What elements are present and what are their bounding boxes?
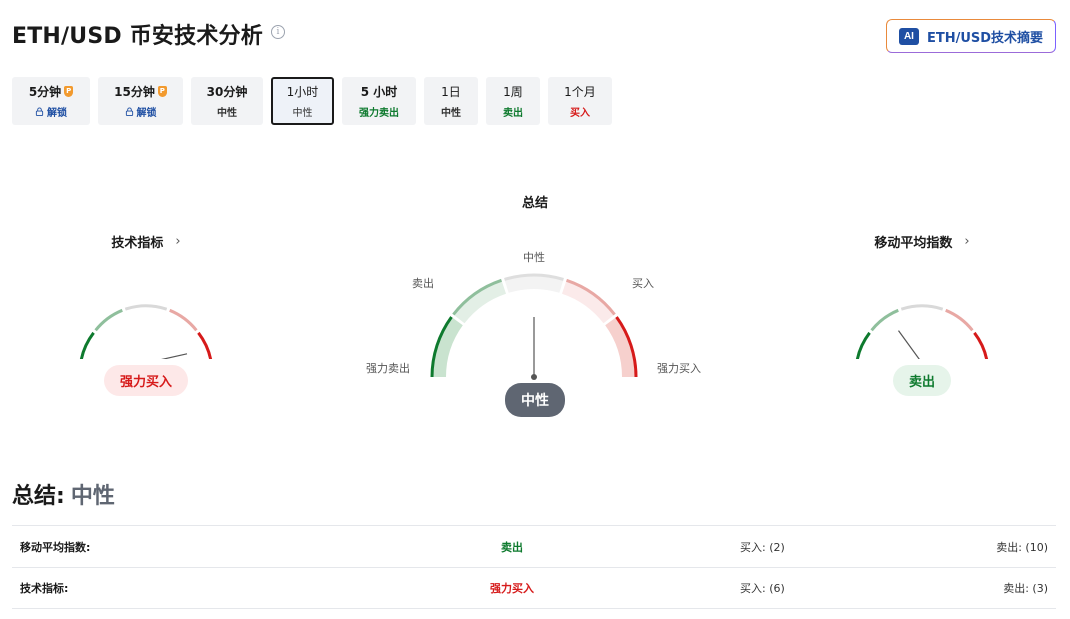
table-row: 移动平均指数: 卖出 买入: (2) 卖出: (10) <box>12 525 1056 567</box>
tab-1day[interactable]: 1日 中性 <box>424 77 478 125</box>
tab-label: 15分钟 <box>114 85 155 99</box>
zone-label-strong-buy: 强力买入 <box>657 362 701 375</box>
tab-sub: 卖出 <box>503 108 523 119</box>
summary-gauge: 总结 中性 卖出 买入 强力卖出 强力买入 中性 <box>355 192 715 417</box>
info-icon[interactable]: i <box>270 25 285 39</box>
tab-5hour[interactable]: 5 小时 强力卖出 <box>342 77 416 125</box>
row-signal: 卖出 <box>501 540 523 554</box>
tab-1week[interactable]: 1周 卖出 <box>486 77 540 125</box>
ai-summary-button[interactable]: AI ETH/USD技术摘要 <box>886 19 1056 53</box>
tab-sub: 中性 <box>217 108 237 119</box>
summary-heading-value: 中性 <box>70 484 115 509</box>
row-sell-count: 卖出: (3) <box>1003 582 1048 595</box>
summary-gauge-dial: 中性 卖出 买入 强力卖出 强力买入 <box>366 250 701 380</box>
pro-icon: P <box>157 86 167 97</box>
technical-gauge-title: 技术指标 <box>111 236 164 251</box>
moving-averages-gauge-title-link[interactable]: 移动平均指数 › <box>842 232 1002 251</box>
row-name: 移动平均指数: <box>20 540 91 554</box>
row-name: 技术指标: <box>20 582 69 595</box>
technical-gauge-dial <box>78 304 214 374</box>
title-row: ETH/USD 币安技术分析 i <box>12 18 285 50</box>
summary-heading-label: 总结: <box>12 484 65 509</box>
moving-averages-gauge-dial <box>854 304 990 374</box>
tab-label: 30分钟 <box>206 85 248 99</box>
moving-averages-result-badge: 卖出 <box>892 365 951 396</box>
tab-sub: 买入 <box>570 108 590 119</box>
tab-30min[interactable]: 30分钟 中性 <box>191 77 263 125</box>
tab-sub: 中性 <box>292 108 313 119</box>
summary-result-badge: 中性 <box>505 383 565 417</box>
chevron-right-icon: › <box>175 234 181 249</box>
tab-label: 1日 <box>441 85 461 99</box>
tab-sub: 解锁 <box>47 108 67 119</box>
tab-sub: 强力卖出 <box>359 108 399 119</box>
zone-label-strong-sell: 强力卖出 <box>366 361 410 375</box>
tab-5min[interactable]: 5分钟 P 解锁 <box>12 77 90 125</box>
tab-1hour[interactable]: 1小时 中性 <box>271 77 334 125</box>
row-buy-count: 买入: (6) <box>740 582 785 595</box>
tab-sub: 解锁 <box>136 108 157 119</box>
zone-label-sell: 卖出 <box>412 276 434 290</box>
tab-label: 5 小时 <box>360 85 398 99</box>
timeframe-tabs: 5分钟 P 解锁 15分钟 P 解锁 30分钟 中性 1小时 中性 5 小时 强力卖… <box>12 77 612 125</box>
summary-table: 移动平均指数: 卖出 买入: (2) 卖出: (10) 技术指标: 强力买入 买… <box>12 525 1056 609</box>
gauge-needle <box>145 353 188 364</box>
tab-label: 1周 <box>503 85 523 99</box>
tab-sub: 中性 <box>441 108 461 119</box>
technical-result-badge: 强力买入 <box>103 365 188 396</box>
moving-averages-gauge-title: 移动平均指数 <box>874 236 953 251</box>
zone-label-buy: 买入 <box>632 277 654 290</box>
lock-icon <box>125 107 133 116</box>
page-title: ETH/USD 币安技术分析 <box>12 24 263 49</box>
ai-summary-label: ETH/USD技术摘要 <box>926 30 1044 46</box>
tab-label: 1个月 <box>564 85 596 99</box>
table-row: 技术指标: 强力买入 买入: (6) 卖出: (3) <box>12 567 1056 609</box>
moving-averages-gauge: 移动平均指数 › 卖出 <box>842 232 1002 396</box>
tab-15min[interactable]: 15分钟 P 解锁 <box>98 77 183 125</box>
tab-label: 1小时 <box>286 85 319 99</box>
row-signal: 强力买入 <box>490 582 534 595</box>
row-sell-count: 卖出: (10) <box>996 540 1048 554</box>
technical-gauge-title-link[interactable]: 技术指标 › <box>66 232 226 251</box>
tab-label: 5分钟 <box>28 85 62 99</box>
zone-label-neutral: 中性 <box>523 250 545 264</box>
gauge-pivot <box>531 374 537 380</box>
summary-gauge-title: 总结 <box>521 196 548 211</box>
ai-icon: AI <box>898 27 919 45</box>
chevron-right-icon: › <box>964 234 970 249</box>
technical-gauge: 技术指标 › 强力买入 <box>66 232 226 396</box>
pro-icon: P <box>64 86 74 97</box>
row-buy-count: 买入: (2) <box>740 540 785 554</box>
gauge-needle <box>898 330 923 364</box>
lock-icon <box>35 107 44 116</box>
tab-1month[interactable]: 1个月 买入 <box>548 77 612 125</box>
summary-heading: 总结: 中性 <box>12 478 115 510</box>
